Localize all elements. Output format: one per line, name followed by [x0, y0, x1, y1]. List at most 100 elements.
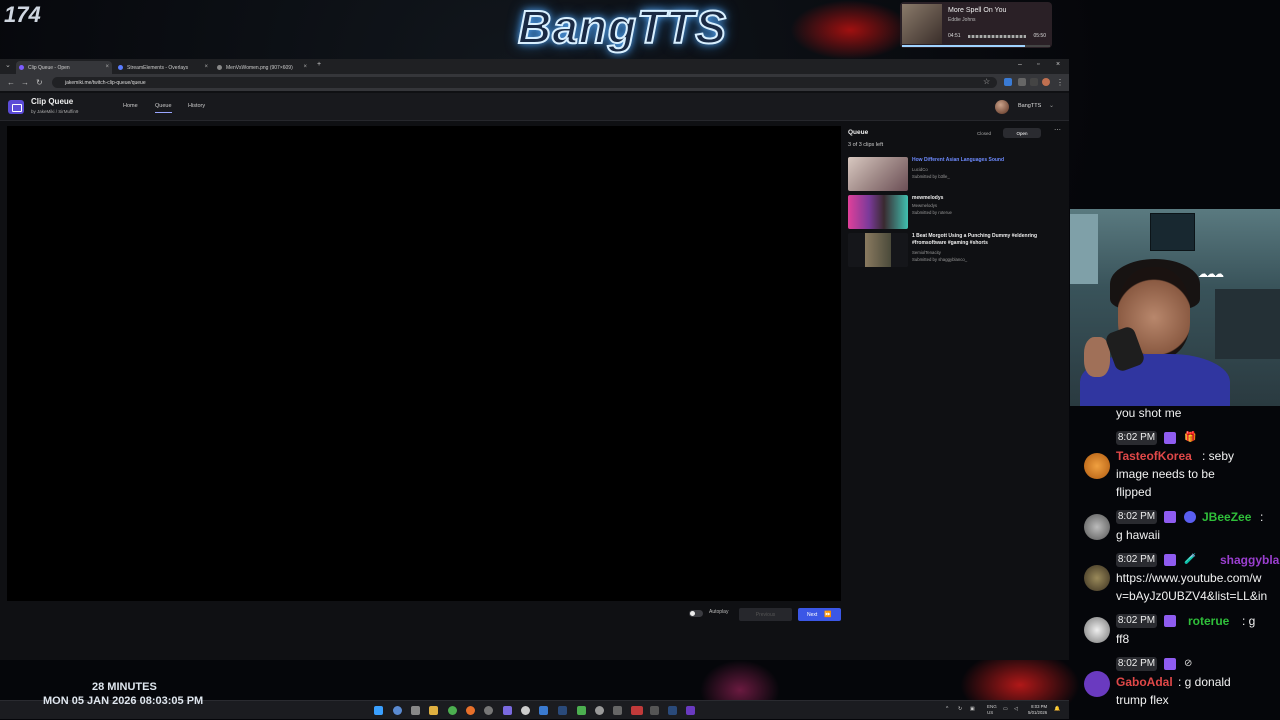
search-icon[interactable] [393, 706, 402, 715]
tab-streamelements[interactable]: StreamElements - Overlays × [115, 61, 211, 74]
app-icon[interactable] [650, 706, 659, 715]
webcam-feed: ☁☁☁ [1070, 209, 1280, 406]
chat-timestamp: 8:02 PM [1116, 614, 1157, 628]
app-icon[interactable] [539, 706, 548, 715]
chat-username: JBeeZee [1202, 510, 1252, 524]
firefox-icon[interactable] [466, 706, 475, 715]
app-icon[interactable] [631, 706, 643, 715]
app-icon[interactable] [613, 706, 622, 715]
lang-code: ENG [987, 704, 997, 709]
volume-icon[interactable]: ◁ [1014, 706, 1018, 712]
obs-icon[interactable] [595, 706, 604, 715]
chat-username: shaggybla [1220, 553, 1280, 567]
app-icon[interactable] [577, 706, 586, 715]
chat-timestamp: 8:02 PM [1116, 510, 1157, 524]
close-window-icon[interactable]: × [1056, 61, 1060, 68]
chat-timestamp: 8:02 PM [1116, 657, 1157, 671]
next-button[interactable]: Next ⏩ [798, 608, 841, 621]
bookmark-star-icon[interactable]: ☆ [983, 77, 990, 86]
input-language[interactable]: ENG US [987, 704, 997, 716]
app-header: Clip Queue by JakeMiki / SirMuffin9 Home… [0, 93, 1069, 121]
previous-button[interactable]: Previous [739, 608, 792, 621]
autoplay-toggle[interactable] [689, 610, 703, 617]
clip-player[interactable] [7, 126, 841, 601]
chat-text: https://www.youtube.com/w [1116, 571, 1262, 585]
tray-sync-icon[interactable]: ↻ [958, 706, 962, 712]
start-icon[interactable] [374, 706, 383, 715]
song-progress-fill [902, 45, 1025, 47]
back-icon[interactable]: ← [7, 78, 15, 87]
now-playing-widget: More Spell On You Eddie Johns 04:51 05:5… [900, 2, 1052, 48]
tab-clip-queue[interactable]: Clip Queue - Open × [16, 61, 112, 74]
clip-queue-logo-icon [8, 100, 24, 114]
file-explorer-icon[interactable] [429, 706, 438, 715]
notification-bell-icon[interactable]: 🔔 [1054, 706, 1060, 712]
region-code: US [987, 710, 994, 715]
song-progress [902, 45, 1050, 47]
tab-image[interactable]: MenVsWomen.png (907×609) × [214, 61, 310, 74]
chat-username: TasteofKorea [1116, 449, 1192, 463]
forward-icon[interactable]: → [21, 78, 29, 87]
nav-home[interactable]: Home [123, 103, 138, 109]
close-tab-icon[interactable]: × [303, 64, 307, 70]
reload-icon[interactable]: ↻ [36, 78, 43, 87]
twitch-icon[interactable] [686, 706, 695, 715]
clip-title: How Different Asian Languages Sound [912, 157, 1005, 163]
webcam-background [1150, 213, 1195, 251]
close-tab-icon[interactable]: × [204, 64, 208, 70]
steam-icon[interactable] [668, 706, 677, 715]
chat-text: ff8 [1116, 632, 1130, 646]
tab-bar: ⌄ Clip Queue - Open × StreamElements - O… [0, 59, 1069, 74]
maximize-icon[interactable]: ▫ [1037, 61, 1039, 68]
extensions-puzzle-icon[interactable] [1018, 78, 1026, 86]
close-tab-icon[interactable]: × [105, 64, 109, 70]
minimize-icon[interactable]: – [1018, 61, 1022, 68]
queue-title: Queue [848, 129, 869, 136]
user-menu[interactable]: BangTTS ⌄ [995, 99, 1055, 115]
queue-panel: Queue 3 of 3 clips left Closed Open ⋯ Ho… [846, 126, 1066, 336]
sidebar-icon[interactable] [1030, 78, 1038, 86]
network-icon[interactable]: ▭ [1003, 706, 1008, 712]
app-icon[interactable] [484, 706, 493, 715]
browser-menu-icon[interactable]: ⋮ [1056, 78, 1064, 87]
new-tab-icon[interactable]: + [317, 61, 321, 68]
nav-queue[interactable]: Queue [155, 103, 172, 113]
nav-history[interactable]: History [188, 103, 205, 109]
queue-clip[interactable]: How Different Asian Languages Sound Luci… [848, 157, 1064, 193]
address-bar-row: ← → ↻ jakemiki.me/twitch-clip-queue/queu… [0, 74, 1069, 91]
task-view-icon[interactable] [411, 706, 420, 715]
tool-badge-icon: 🧪 [1184, 554, 1197, 565]
app-icon[interactable] [521, 706, 530, 715]
tray-icon[interactable]: ▣ [970, 706, 975, 712]
user-avatar [995, 100, 1009, 114]
discord-icon[interactable] [503, 706, 512, 715]
tab-menu-icon[interactable]: ⌄ [5, 61, 11, 69]
twitch-badge-icon [1164, 511, 1176, 523]
profile-avatar[interactable] [1042, 78, 1050, 86]
ellipsis-icon[interactable]: ⋯ [1054, 126, 1061, 134]
next-button-label: Next [807, 612, 818, 618]
extension-icon[interactable] [1004, 78, 1012, 86]
queue-clip[interactable]: mewmelodys Mewmelodys Submitted by roter… [848, 195, 1064, 231]
chrome-icon[interactable] [448, 706, 457, 715]
chat-avatar [1084, 565, 1110, 591]
chat-timestamp: 8:02 PM [1116, 553, 1157, 567]
url-field[interactable]: jakemiki.me/twitch-clip-queue/queue [52, 77, 997, 88]
chat-timestamp: 8:02 PM [1116, 431, 1157, 445]
clip-thumbnail [848, 157, 908, 191]
queue-closed-button[interactable]: Closed [974, 128, 994, 138]
chat-text: : g [1242, 614, 1256, 628]
taskbar-clock[interactable]: 8:03 PM 5/01/2026 [1028, 704, 1047, 716]
tab-label: StreamElements - Overlays [127, 65, 189, 71]
chat-text: : seby [1202, 449, 1235, 463]
queue-open-button[interactable]: Open [1003, 128, 1041, 138]
browser-window: ⌄ Clip Queue - Open × StreamElements - O… [0, 59, 1069, 719]
tray-chevron-icon[interactable]: ^ [946, 706, 948, 712]
stream-overlay: 174 BangTTS More Spell On You Eddie John… [0, 0, 1280, 720]
queue-clip[interactable]: 1 Beat Morgott Using a Punching Dummy #e… [848, 233, 1064, 269]
steam-icon[interactable] [558, 706, 567, 715]
chat-avatar [1084, 671, 1110, 697]
no-audio-badge-icon: ⊘ [1184, 658, 1193, 669]
song-duration: 05:50 [1033, 33, 1046, 39]
clip-channel: LucidCo [912, 167, 928, 172]
